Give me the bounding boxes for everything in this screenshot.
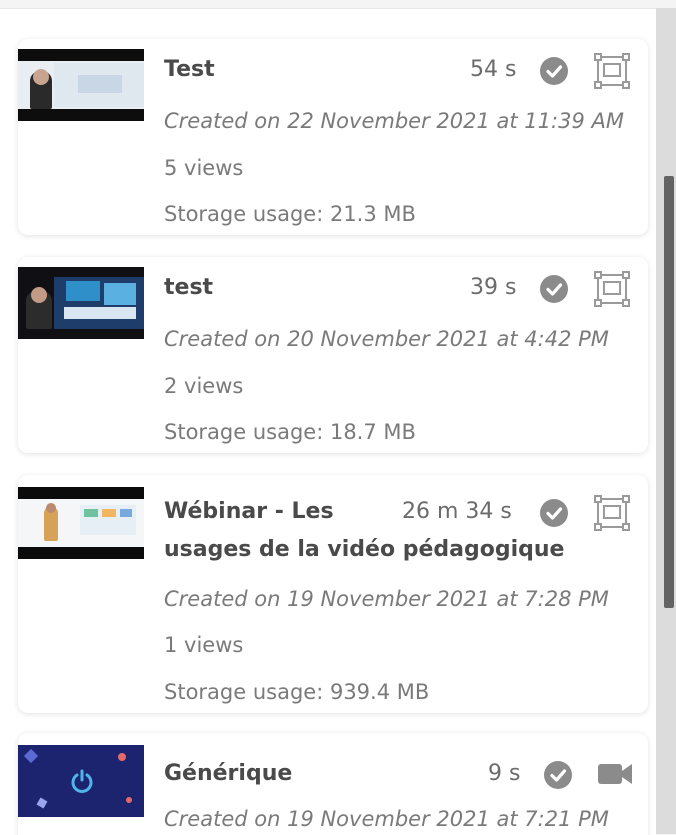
video-card-1[interactable]: Test 54 s Created on 22 November 2021 at… [18,39,648,235]
video-title[interactable]: test [164,271,213,305]
screen-recording-icon[interactable] [594,53,630,89]
screen-recording-icon[interactable] [594,271,630,307]
video-duration: 39 s [470,275,517,300]
video-card-2[interactable]: test 39 s Created on 20 November 2021 at… [18,257,648,453]
scrollbar-track[interactable] [656,8,676,834]
video-duration: 9 s [488,761,521,786]
video-title-line-2[interactable]: usages de la vidéo pédagogique [164,537,564,562]
video-storage-usage: Storage usage: 18.7 MB [164,420,416,444]
check-circle-icon [544,761,572,789]
video-thumbnail[interactable] [18,49,144,121]
video-card-4[interactable]: Générique 9 s Created on 19 November 202… [18,733,648,835]
video-created-date: Created on 19 November 2021 at 7:21 PM [164,807,609,831]
video-camera-icon[interactable] [598,761,634,787]
video-created-date: Created on 20 November 2021 at 4:42 PM [164,327,609,351]
check-circle-icon [540,275,568,303]
video-views: 2 views [164,374,244,398]
check-circle-icon [540,499,568,527]
check-circle-icon [540,57,568,85]
video-storage-usage: Storage usage: 939.4 MB [164,680,430,704]
video-views: 5 views [164,156,244,180]
video-created-date: Created on 22 November 2021 at 11:39 AM [164,109,624,133]
video-title-line-1[interactable]: Wébinar - Les [164,495,334,529]
video-created-date: Created on 19 November 2021 at 7:28 PM [164,587,609,611]
video-thumbnail[interactable] [18,745,144,817]
video-storage-usage: Storage usage: 21.3 MB [164,202,416,226]
video-list-panel: Test 54 s Created on 22 November 2021 at… [0,8,656,835]
scrollbar-thumb[interactable] [664,176,674,608]
video-thumbnail[interactable] [18,267,144,339]
video-duration: 54 s [470,57,517,82]
video-views: 1 views [164,633,244,657]
screen-recording-icon[interactable] [594,495,630,531]
video-card-3[interactable]: Wébinar - Les usages de la vidéo pédagog… [18,475,648,713]
video-duration: 26 m 34 s [402,499,512,524]
video-thumbnail[interactable] [18,487,144,559]
video-title[interactable]: Générique [164,757,292,791]
video-title[interactable]: Test [164,53,215,87]
